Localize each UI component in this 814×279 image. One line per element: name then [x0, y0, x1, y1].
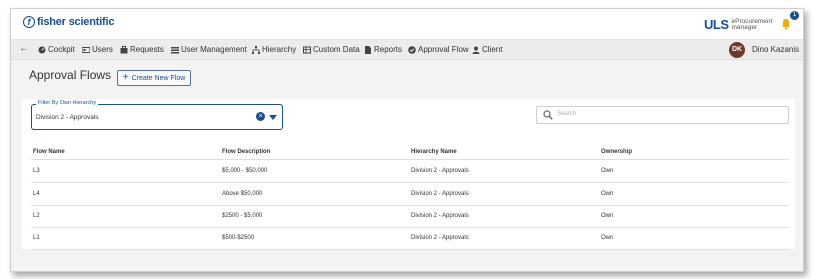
search-icon: [543, 110, 553, 120]
nav-item-requests[interactable]: Requests: [120, 45, 164, 54]
chevron-down-icon[interactable]: [269, 115, 277, 120]
table-header: Flow Name Flow Description Hierarchy Nam…: [31, 145, 789, 160]
notification-badge: 1: [790, 11, 799, 20]
flow-name-cell: L1: [33, 235, 40, 241]
fisher-logo[interactable]: f fisher scientific: [23, 16, 114, 28]
nav-item-user-management[interactable]: User Management: [171, 45, 247, 54]
flows-panel: Filter By Own Hierarchy Division 2 - App…: [22, 99, 795, 250]
uls-sub-line2: manager: [731, 23, 758, 31]
fisher-logo-text: fisher scientific: [37, 16, 115, 28]
nav-item-label: Users: [92, 45, 113, 54]
nav-item-label: User Management: [181, 45, 247, 54]
ownership-cell: Own: [601, 235, 614, 241]
flow-name-cell: L4: [33, 191, 40, 197]
ownership-cell: Own: [601, 191, 614, 197]
column-header-hierarchy-name[interactable]: Hierarchy Name: [411, 149, 457, 155]
user-name[interactable]: Dino Kazanis: [752, 45, 799, 54]
user-management-icon: [171, 46, 179, 53]
plus-icon: +: [122, 72, 129, 83]
filter-value: Division 2 - Approvals: [36, 114, 99, 121]
nav-item-hierarchy[interactable]: Hierarchy: [252, 45, 296, 54]
nav-item-label: Custom Data: [313, 45, 360, 54]
client-icon: [472, 46, 480, 54]
app-window: f fisher scientific ULS eProcurement man…: [10, 8, 804, 272]
nav-item-label: Requests: [130, 45, 164, 54]
fisher-logo-icon: f: [23, 16, 35, 28]
requests-icon: [120, 45, 128, 53]
nav-item-cockpit[interactable]: Cockpit: [38, 45, 75, 54]
nav-item-label: Client: [482, 45, 503, 54]
column-header-flow-description[interactable]: Flow Description: [222, 149, 270, 155]
users-icon: [82, 46, 90, 53]
bell-icon[interactable]: [781, 18, 791, 30]
nav-item-label: Hierarchy: [262, 45, 297, 54]
table-row[interactable]: L3 $5,000 - $50,000 Division 2 - Approva…: [31, 160, 789, 183]
nav-item-client[interactable]: Client: [472, 45, 502, 54]
nav-item-approval-flow[interactable]: Approval Flow: [408, 45, 469, 54]
table-row[interactable]: L4 Above $50,000 Division 2 - Approvals …: [31, 183, 789, 206]
cockpit-icon: [38, 46, 46, 53]
nav-item-label: Reports: [374, 45, 403, 54]
nav-item-reports[interactable]: Reports: [364, 45, 402, 54]
ownership-cell: Own: [601, 168, 614, 174]
uls-logo: ULS eProcurement manager: [704, 17, 772, 32]
column-header-flow-name[interactable]: Flow Name: [33, 149, 65, 155]
create-new-flow-button[interactable]: + Create New Flow: [117, 70, 191, 86]
nav-item-users[interactable]: Users: [82, 45, 113, 54]
hierarchy-filter-select[interactable]: Filter By Own Hierarchy Division 2 - App…: [31, 100, 283, 130]
flow-name-cell: L2: [33, 213, 40, 219]
flow-name-cell: L3: [33, 168, 40, 174]
hierarchy-name-cell: Division 2 - Approvals: [411, 235, 469, 241]
table-row[interactable]: L2 $2500 - $5,000 Division 2 - Approvals…: [31, 205, 789, 228]
nav-bar: ← Cockpit Users Requests User Management…: [11, 40, 803, 60]
page-title: Approval Flows: [29, 68, 112, 82]
flow-description-cell: $5,000 - $50,000: [222, 168, 268, 174]
hierarchy-icon: [252, 45, 260, 54]
hierarchy-name-cell: Division 2 - Approvals: [411, 213, 469, 219]
top-bar: f fisher scientific ULS eProcurement man…: [11, 9, 803, 40]
column-header-ownership[interactable]: Ownership: [601, 149, 632, 155]
hierarchy-name-cell: Division 2 - Approvals: [411, 191, 469, 197]
nav-item-label: Cockpit: [48, 45, 75, 54]
search-input[interactable]: Search: [536, 106, 789, 124]
filter-label: Filter By Own Hierarchy: [36, 100, 99, 106]
flow-description-cell: $500-$2500: [222, 235, 255, 241]
flow-description-cell: $2500 - $5,000: [222, 213, 263, 219]
uls-logo-subtitle: eProcurement manager: [731, 18, 773, 31]
flow-description-cell: Above $50,000: [222, 191, 263, 197]
hierarchy-name-cell: Division 2 - Approvals: [411, 168, 469, 174]
nav-item-custom-data[interactable]: Custom Data: [303, 45, 360, 54]
custom-data-icon: [303, 46, 311, 53]
back-arrow-icon[interactable]: ←: [19, 43, 29, 54]
table-row[interactable]: L1 $500-$2500 Division 2 - Approvals Own: [31, 227, 789, 250]
search-placeholder: Search: [557, 111, 577, 117]
create-new-flow-label: Create New Flow: [131, 74, 186, 82]
reports-icon: [365, 45, 371, 54]
ownership-cell: Own: [601, 213, 614, 219]
uls-logo-mark: ULS: [704, 17, 729, 32]
approval-flow-icon: [408, 45, 416, 54]
avatar[interactable]: DK: [729, 42, 745, 58]
nav-item-label: Approval Flow: [418, 45, 469, 54]
clear-icon[interactable]: ×: [256, 112, 265, 121]
